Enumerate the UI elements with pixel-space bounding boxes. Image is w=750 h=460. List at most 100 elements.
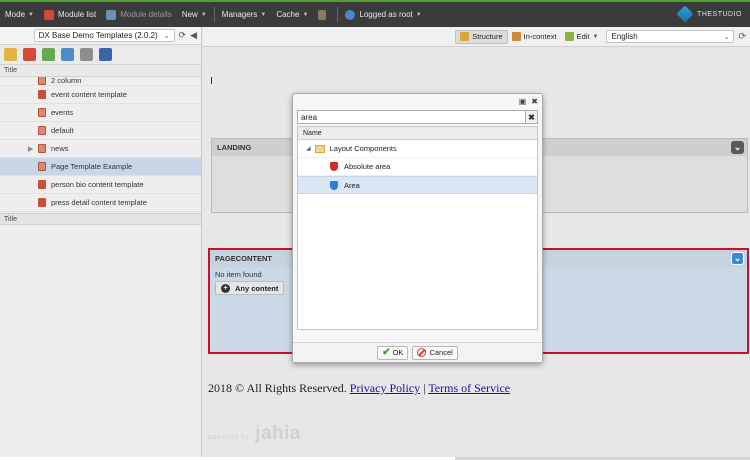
- pagecontent-area-title: PAGECONTENT: [215, 254, 272, 263]
- logged-as-label: Logged as root: [359, 10, 413, 19]
- column-header-name[interactable]: Name: [298, 127, 537, 140]
- settings-icon[interactable]: [99, 48, 112, 61]
- content-template-icon: [38, 198, 46, 207]
- close-icon[interactable]: ✖: [531, 97, 538, 106]
- column-header-title-bottom[interactable]: Title: [0, 213, 201, 225]
- tree-item-label: events: [51, 108, 74, 117]
- tree-item[interactable]: ▶ news: [0, 140, 201, 158]
- top-menu-bar: Mode ▼ Module list Module details New ▼ Ma…: [0, 0, 750, 27]
- cancel-icon: [417, 348, 427, 357]
- footer-separator: |: [423, 381, 426, 395]
- any-content-label: Any content: [235, 283, 279, 293]
- chevron-down-icon: ⌄: [163, 32, 170, 40]
- chevron-down-icon: ▼: [415, 11, 422, 18]
- content-type-grid: Name ◢ Layout Components Absolute area A…: [297, 126, 538, 330]
- dialog-footer: ✔ OK Cancel: [293, 342, 542, 362]
- content-type-row-selected[interactable]: Area: [298, 176, 537, 194]
- content-type-label: Area: [344, 180, 360, 190]
- chevron-down-icon: ▼: [592, 33, 599, 40]
- left-panel: DX Base Demo Templates (2.0.2) ⌄ ⟳ ◀ Titl…: [0, 27, 202, 460]
- mode-menu[interactable]: Mode ▼: [0, 2, 39, 27]
- group-row[interactable]: ◢ Layout Components: [298, 140, 537, 158]
- tree-item-label: default: [51, 126, 74, 135]
- chevron-down-icon: ▼: [260, 11, 267, 18]
- document-button[interactable]: [313, 2, 335, 27]
- landing-area-title: LANDING: [217, 143, 252, 152]
- module-details-label: Module details: [120, 10, 172, 19]
- privacy-policy-link[interactable]: Privacy Policy: [350, 381, 420, 395]
- refresh-icon[interactable]: ⟳: [738, 31, 746, 42]
- separator: [337, 7, 339, 22]
- user-menu[interactable]: Logged as root ▼: [340, 2, 426, 27]
- content-icon[interactable]: [42, 48, 55, 61]
- module-selector[interactable]: DX Base Demo Templates (2.0.2) ⌄: [33, 29, 175, 42]
- area-icon: [330, 180, 338, 190]
- link-icon[interactable]: [80, 48, 93, 61]
- ok-label: OK: [392, 348, 404, 357]
- edit-label: Edit: [576, 32, 590, 41]
- module-selector-bar: DX Base Demo Templates (2.0.2) ⌄ ⟳ ◀: [0, 27, 201, 45]
- new-menu[interactable]: New ▼: [177, 2, 212, 27]
- tree-item[interactable]: event content template: [0, 86, 201, 104]
- in-context-button[interactable]: In-context: [508, 30, 561, 44]
- page-icon: [38, 144, 46, 153]
- area-options-icon[interactable]: ⌄: [731, 252, 744, 265]
- cancel-label: Cancel: [429, 348, 453, 357]
- user-icon: [345, 9, 356, 20]
- expand-triangle-icon[interactable]: ◢: [306, 145, 311, 152]
- filter-input-value: area: [301, 112, 318, 122]
- tree-item[interactable]: person bio content template: [0, 176, 201, 194]
- filter-input[interactable]: area ✖: [297, 110, 538, 124]
- users-icon[interactable]: [61, 48, 74, 61]
- structure-label: Structure: [472, 32, 503, 41]
- left-toolbar: [0, 45, 201, 65]
- new-folder-icon[interactable]: [4, 48, 17, 61]
- edit-icon: [564, 32, 574, 41]
- jahia-logo: powered by jahia: [208, 423, 301, 445]
- refresh-icon[interactable]: ⟳: [179, 30, 187, 41]
- managers-menu[interactable]: Managers ▼: [217, 2, 272, 27]
- content-type-row[interactable]: Absolute area: [298, 158, 537, 176]
- chevron-right-icon[interactable]: ▶: [28, 145, 33, 153]
- tree-item-label: press detail content template: [51, 198, 147, 207]
- content-type-label: Absolute area: [344, 162, 391, 171]
- ok-button[interactable]: ✔ OK: [377, 345, 409, 360]
- column-header-title[interactable]: Title: [0, 65, 201, 77]
- cancel-button[interactable]: Cancel: [412, 345, 458, 360]
- collapse-panel-icon[interactable]: ◀: [190, 30, 197, 41]
- tree-item[interactable]: press detail content template: [0, 194, 201, 212]
- chevron-down-icon: ▼: [302, 11, 309, 18]
- terms-of-service-link[interactable]: Terms of Service: [428, 381, 510, 395]
- module-list-button[interactable]: Module list: [39, 2, 101, 27]
- edit-menu[interactable]: Edit ▼: [561, 30, 603, 44]
- plus-icon: +: [221, 283, 230, 293]
- tree-item-label: 2 column: [51, 77, 82, 85]
- module-details-button[interactable]: Module details: [101, 2, 177, 27]
- language-value: English: [611, 32, 638, 41]
- tree-item-selected[interactable]: Page Template Example: [0, 158, 201, 176]
- absolute-area-icon: [330, 162, 338, 171]
- clear-filter-icon[interactable]: ✖: [525, 110, 538, 124]
- area-options-icon[interactable]: ⌄: [731, 141, 744, 154]
- module-details-icon: [106, 9, 117, 20]
- powered-by-text: powered by: [208, 434, 250, 441]
- any-content-button[interactable]: + Any content: [215, 281, 285, 295]
- brand-text: jahia: [255, 423, 302, 444]
- language-selector[interactable]: English ⌄: [606, 30, 735, 43]
- page-footer: 2018 © All Rights Reserved. Privacy Poli…: [208, 381, 510, 396]
- structure-button[interactable]: Structure: [455, 29, 508, 44]
- maximize-icon[interactable]: ▣: [519, 97, 527, 106]
- module-list-icon: [43, 9, 54, 20]
- chevron-down-icon: ⌄: [723, 33, 730, 41]
- document-icon: [318, 9, 327, 20]
- copyright-text: 2018 © All Rights Reserved.: [208, 381, 347, 395]
- studio-logo: THESTUDIO: [676, 5, 742, 23]
- tree-item[interactable]: default: [0, 122, 201, 140]
- cache-menu[interactable]: Cache ▼: [271, 2, 313, 27]
- new-page-icon[interactable]: [23, 48, 36, 61]
- tree-item-label: Page Template Example: [51, 162, 133, 171]
- tree-item[interactable]: 2 column: [0, 77, 201, 86]
- tree-item[interactable]: events: [0, 104, 201, 122]
- page-icon: [38, 162, 46, 171]
- check-icon: ✔: [382, 347, 391, 358]
